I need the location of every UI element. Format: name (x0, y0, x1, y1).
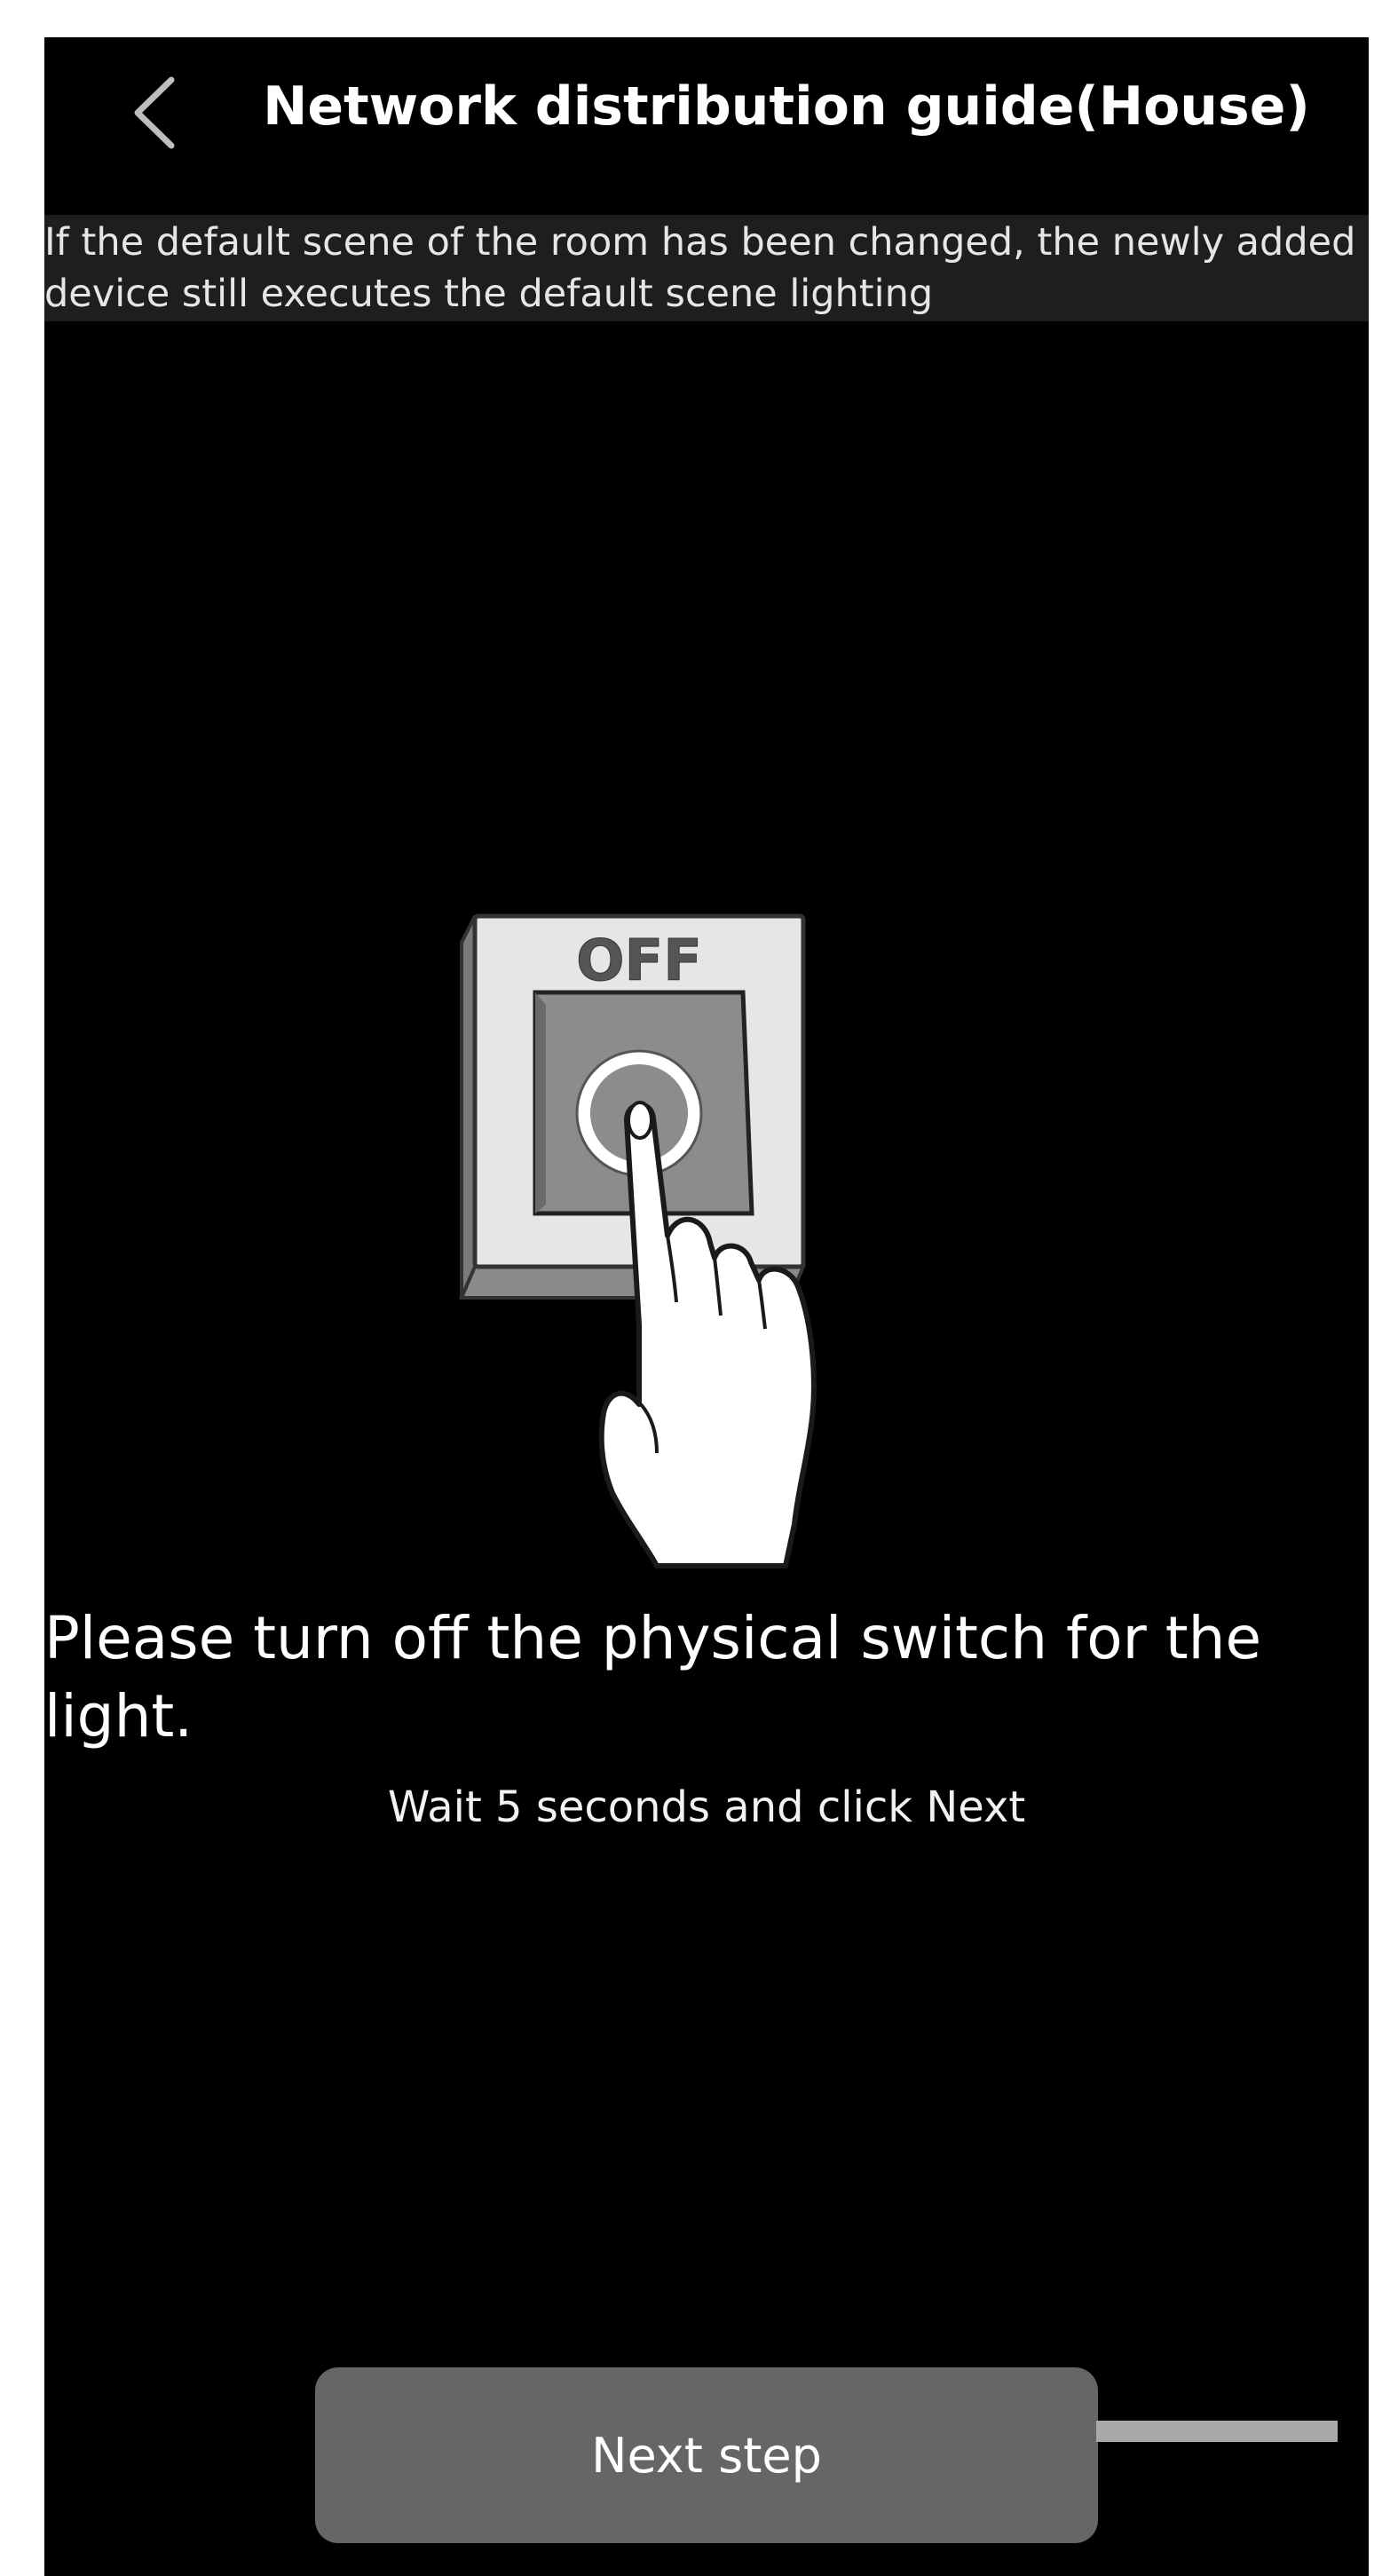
notice-banner: If the default scene of the room has bee… (44, 215, 1369, 321)
phone-screen: Network distribution guide(House) If the… (44, 37, 1369, 2576)
page-title: Network distribution guide(House) (263, 75, 1310, 138)
switch-off-label: OFF (576, 928, 702, 994)
switch-illustration: OFF (435, 907, 1003, 1573)
header-bar: Network distribution guide(House) (44, 37, 1369, 215)
scroll-indicator (1096, 2421, 1338, 2442)
instruction-subtitle: Wait 5 seconds and click Next (387, 1782, 1026, 1832)
chevron-left-icon (134, 76, 175, 149)
next-step-button[interactable]: Next step (315, 2367, 1098, 2543)
back-button[interactable] (115, 64, 195, 162)
instruction-title: Please turn off the physical switch for … (44, 1604, 1262, 1750)
